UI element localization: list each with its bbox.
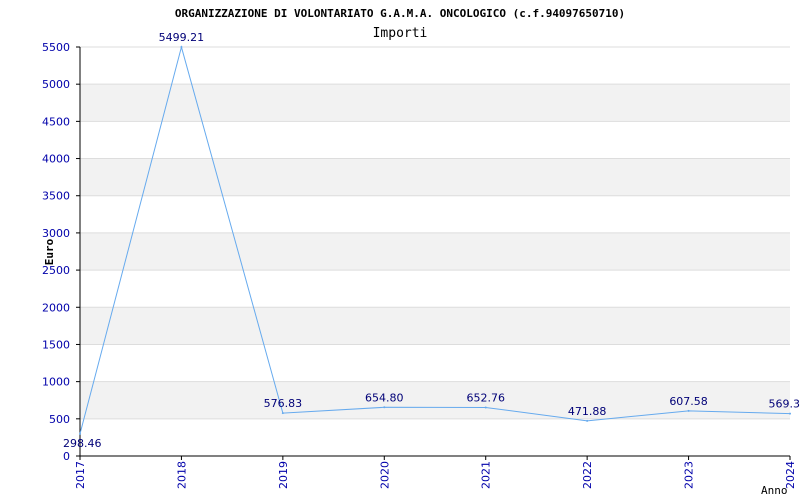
- y-tick-label: 3500: [42, 190, 70, 203]
- y-tick-label: 5000: [42, 78, 70, 91]
- data-point: [789, 412, 791, 415]
- x-axis-label: Anno: [761, 484, 788, 497]
- y-tick-label: 4000: [42, 153, 70, 166]
- x-tick-label: 2017: [74, 461, 87, 489]
- data-point: [79, 432, 81, 435]
- y-tick-label: 0: [63, 450, 70, 463]
- data-label: 576.83: [264, 397, 303, 410]
- x-tick-label: 2023: [683, 461, 696, 489]
- data-label: 298.46: [63, 437, 102, 450]
- plot-bands: [80, 84, 790, 419]
- x-tick-label: 2018: [175, 461, 188, 489]
- y-tick-label: 500: [49, 413, 70, 426]
- line-chart: 0500100015002000250030003500400045005000…: [42, 7, 800, 497]
- x-tick-label: 2020: [378, 461, 391, 489]
- x-tick-label: 2019: [277, 461, 290, 489]
- y-tick-label: 2000: [42, 301, 70, 314]
- data-label: 654.80: [365, 391, 404, 404]
- x-tick-label: 2021: [480, 461, 493, 489]
- y-tick-label: 3000: [42, 227, 70, 240]
- data-point: [586, 419, 589, 422]
- data-point: [687, 409, 690, 412]
- chart-title: ORGANIZZAZIONE DI VOLONTARIATO G.A.M.A. …: [175, 7, 625, 20]
- grid-band: [80, 232, 790, 271]
- y-tick-label: 5500: [42, 41, 70, 54]
- y-tick-label: 4500: [42, 115, 70, 128]
- x-tick-labels: 2017 2018 2019 2020 2021 2022 2023 2024: [74, 461, 797, 489]
- grid-band: [80, 84, 790, 122]
- data-point: [281, 412, 284, 415]
- data-point: [383, 406, 386, 409]
- chart-subtitle: Importi: [373, 26, 428, 41]
- data-point: [180, 46, 183, 49]
- grid-band: [80, 307, 790, 345]
- data-label: 607.58: [669, 395, 708, 408]
- data-label: 569.3: [769, 398, 800, 411]
- y-axis-label: Euro: [43, 238, 56, 265]
- data-label: 652.76: [466, 391, 505, 404]
- x-tick-label: 2022: [581, 461, 594, 489]
- data-point: [484, 406, 487, 409]
- data-label: 5499.21: [159, 31, 205, 44]
- y-tick-label: 1000: [42, 376, 70, 389]
- grid-band: [80, 158, 790, 196]
- chart-root: 0 500 1000 1500 2000 2500 3000 3500 4000 4500 5000…: [0, 0, 800, 500]
- y-tick-label: 1500: [42, 338, 70, 351]
- data-label: 471.88: [568, 405, 607, 418]
